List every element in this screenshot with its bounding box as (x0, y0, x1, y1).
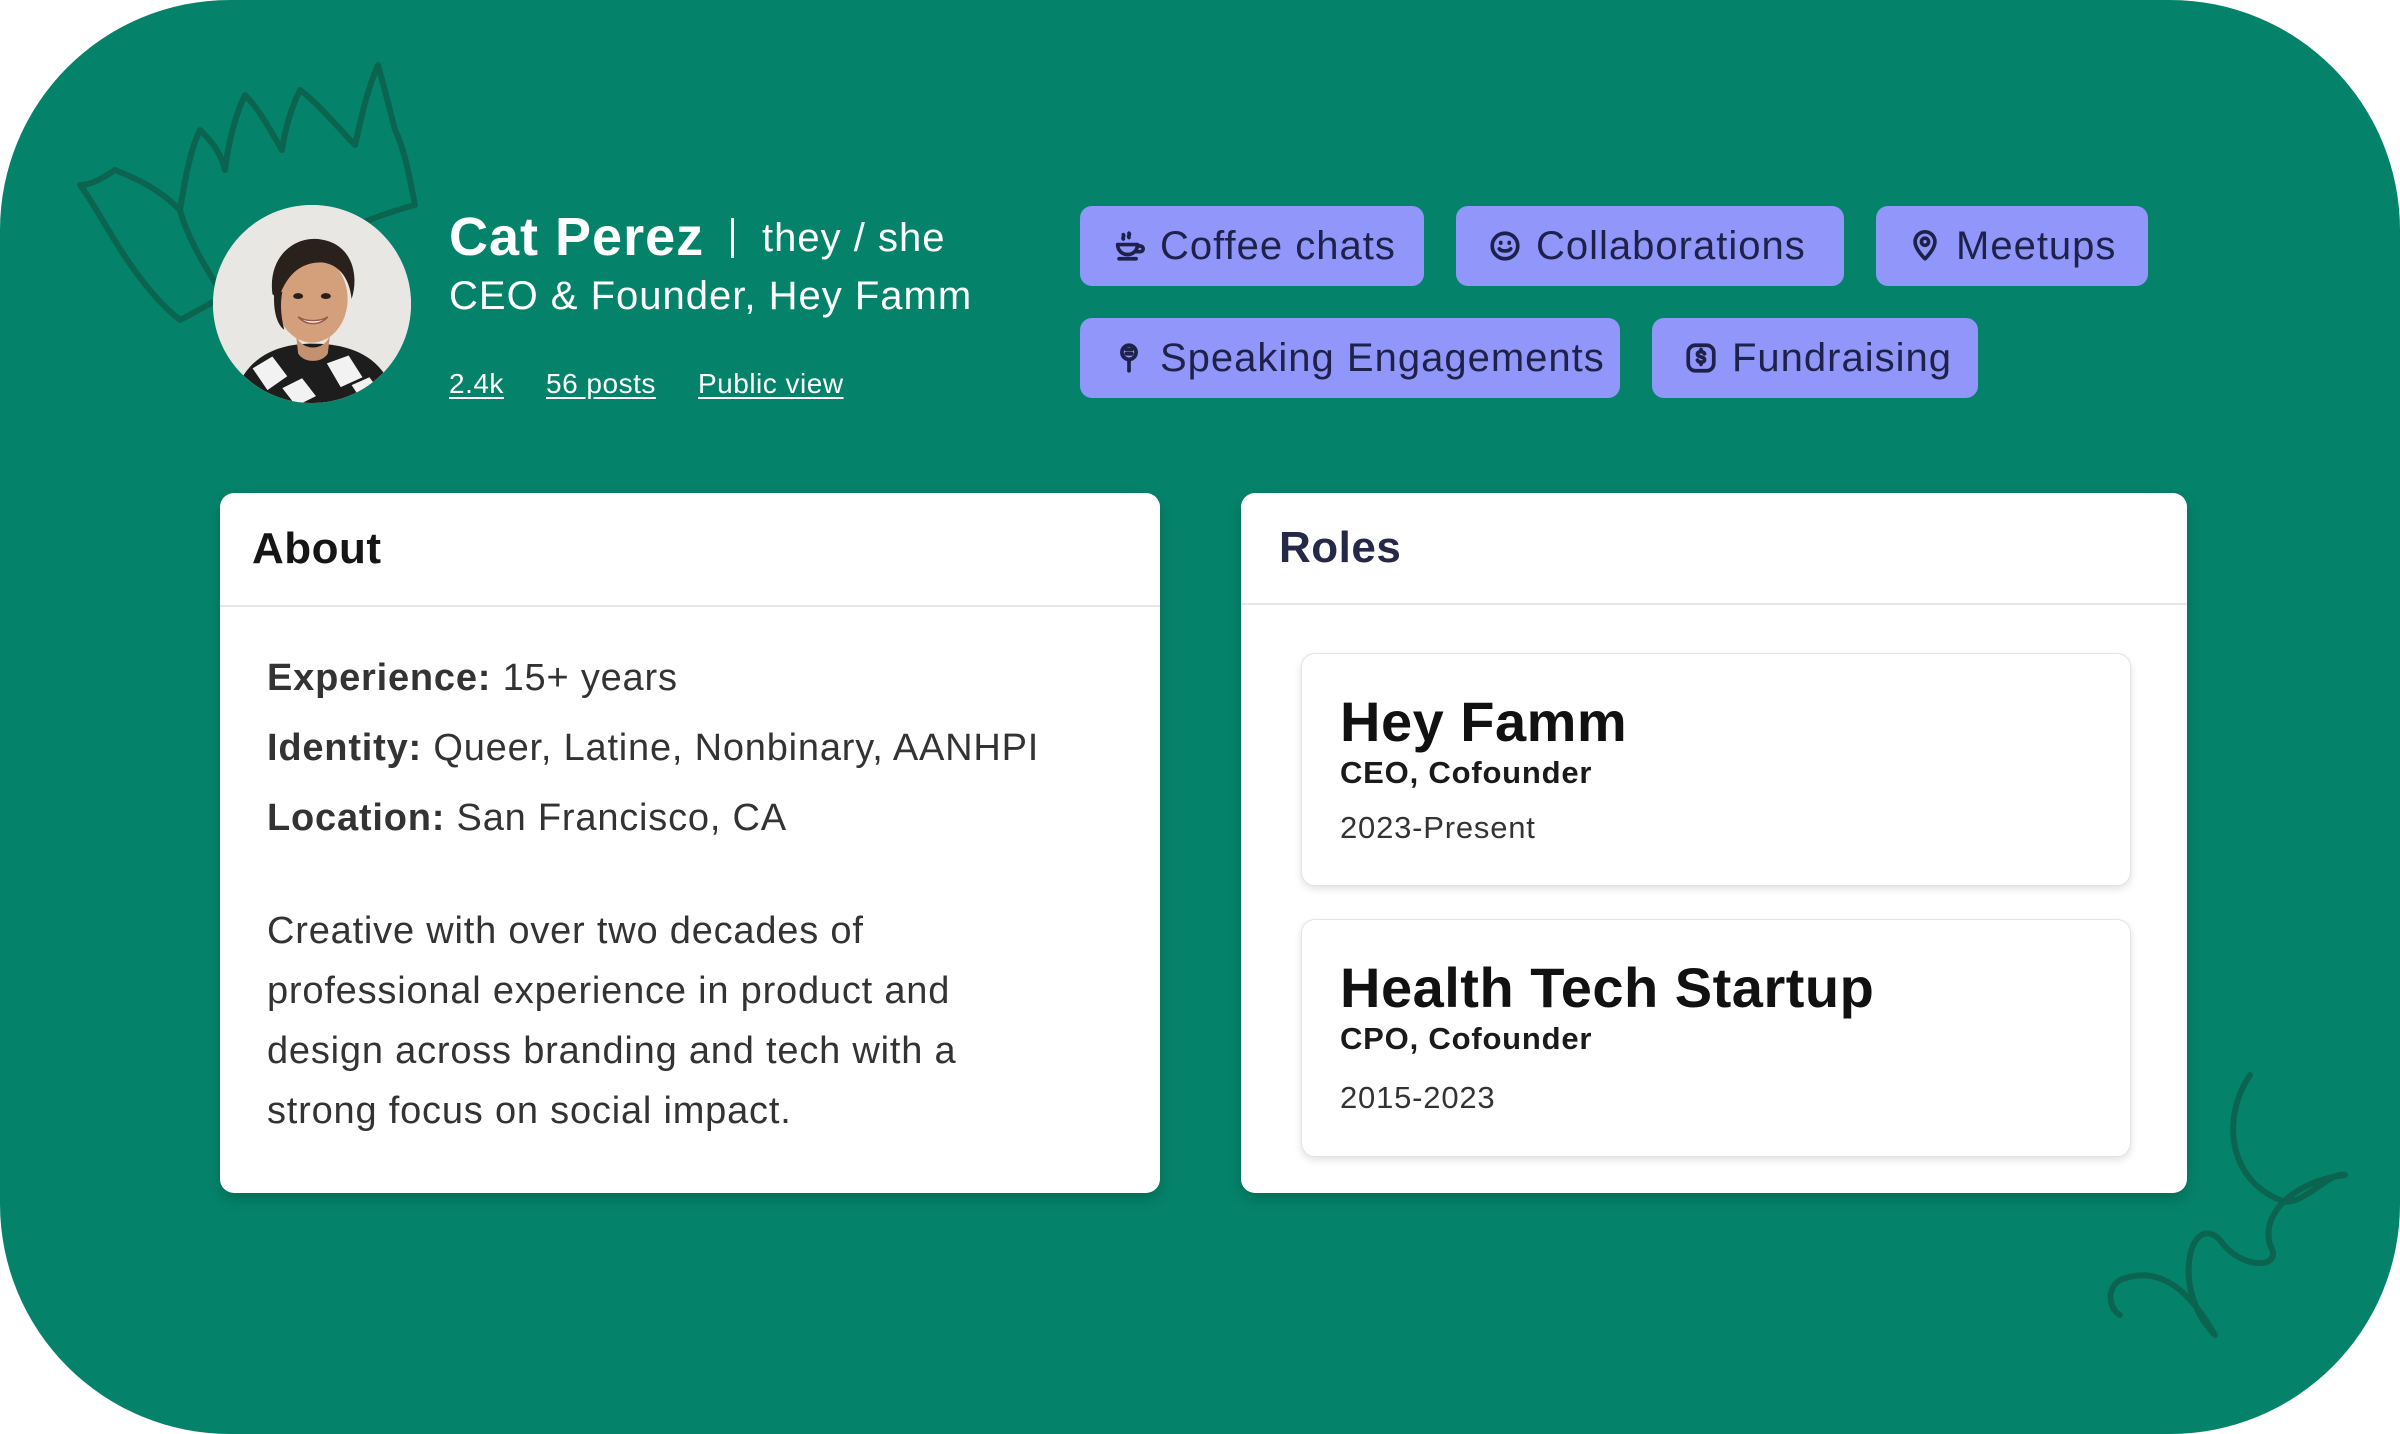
dollar-icon (1684, 341, 1718, 375)
roles-heading: Roles (1241, 493, 2187, 605)
role-dates: 2015-2023 (1340, 1080, 1496, 1115)
profile-headline: CEO & Founder, Hey Famm (449, 274, 973, 318)
tag-coffee-chats[interactable]: Coffee chats (1080, 206, 1424, 286)
fact-experience: Experience: 15+ years (267, 643, 1160, 713)
avatar-portrait (213, 205, 411, 403)
posts-link[interactable]: 56 posts (546, 366, 656, 402)
tag-label: Coffee chats (1160, 223, 1396, 268)
tag-meetups[interactable]: Meetups (1876, 206, 2148, 286)
smiley-icon (1488, 229, 1522, 263)
tag-label: Fundraising (1732, 335, 1953, 380)
microphone-icon (1112, 341, 1146, 375)
about-panel: About Experience: 15+ years Identity: Qu… (220, 493, 1160, 1193)
tag-label: Collaborations (1536, 223, 1806, 268)
role-company: Health Tech Startup (1340, 956, 1875, 1019)
pronouns: they / she (762, 216, 946, 260)
role-card[interactable]: Hey Famm CEO, Cofounder 2023-Present (1301, 653, 2131, 886)
name-divider (731, 218, 734, 258)
profile-card: Cat Perez they / she CEO & Founder, Hey … (0, 0, 2400, 1434)
about-heading: About (220, 493, 1160, 607)
fact-location: Location: San Francisco, CA (267, 783, 1160, 853)
about-bio: Creative with over two decades of profes… (267, 910, 957, 1132)
profile-name: Cat Perez (449, 207, 705, 267)
role-title: CPO, Cofounder (1340, 1021, 1593, 1056)
role-company: Hey Famm (1340, 690, 1628, 753)
fact-identity: Identity: Queer, Latine, Nonbinary, AANH… (267, 713, 1160, 783)
roles-panel: Roles Hey Famm CEO, Cofounder 2023-Prese… (1241, 493, 2187, 1193)
map-pin-icon (1908, 229, 1942, 263)
avatar[interactable] (213, 205, 411, 403)
coffee-cup-icon (1112, 229, 1146, 263)
tag-collaborations[interactable]: Collaborations (1456, 206, 1844, 286)
role-dates: 2023-Present (1340, 810, 1536, 845)
followers-link[interactable]: 2.4k (449, 366, 504, 402)
tag-label: Meetups (1956, 223, 2117, 268)
tag-label: Speaking Engagements (1160, 335, 1605, 380)
role-title: CEO, Cofounder (1340, 755, 1593, 790)
fact-value: 15+ years (502, 657, 678, 699)
tag-speaking-engagements[interactable]: Speaking Engagements (1080, 318, 1620, 398)
fact-value: San Francisco, CA (456, 797, 787, 839)
about-body: Experience: 15+ years Identity: Queer, L… (220, 607, 1160, 1141)
tag-fundraising[interactable]: Fundraising (1652, 318, 1978, 398)
public-view-link[interactable]: Public view (698, 366, 844, 402)
fact-label: Location: (267, 797, 446, 839)
fact-value: Queer, Latine, Nonbinary, AANHPI (433, 727, 1040, 769)
role-card[interactable]: Health Tech Startup CPO, Cofounder 2015-… (1301, 919, 2131, 1157)
fact-label: Identity: (267, 727, 422, 769)
fact-label: Experience: (267, 657, 492, 699)
